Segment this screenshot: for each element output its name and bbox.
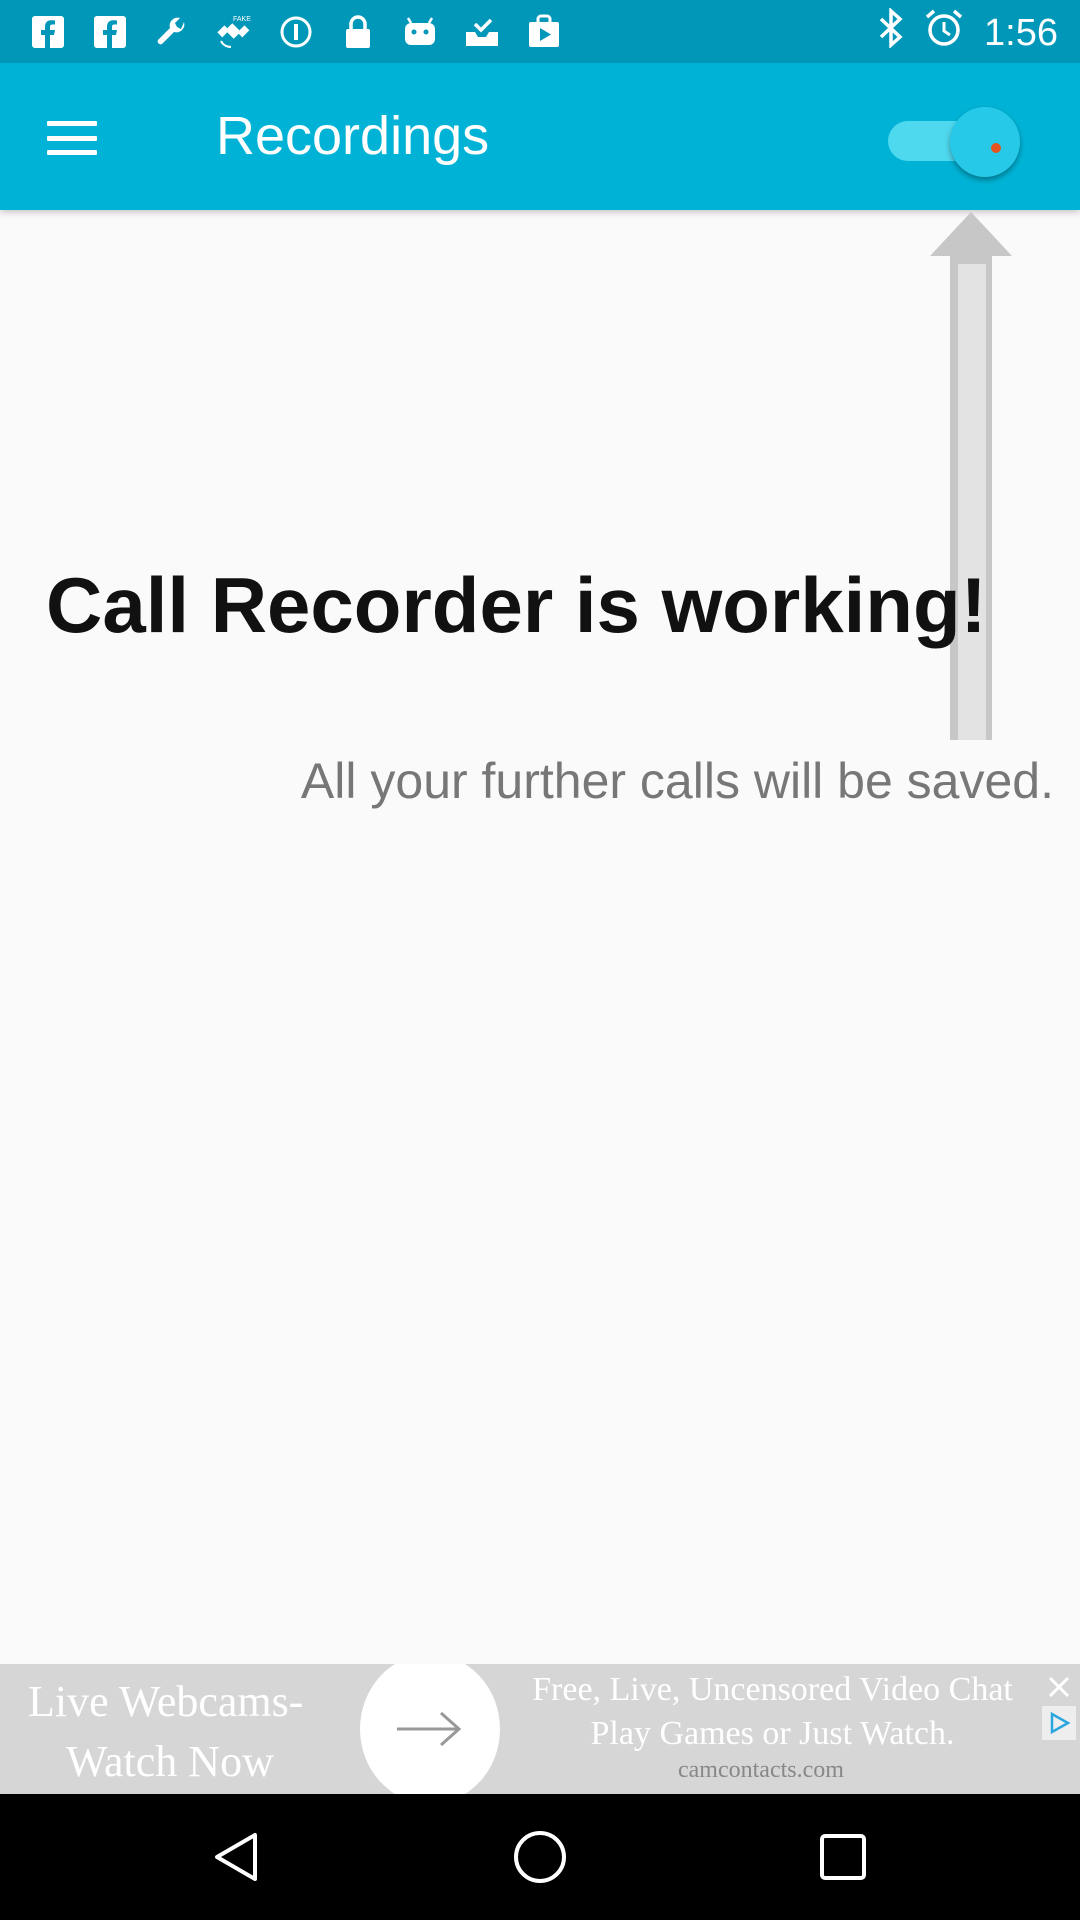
facebook-icon: [90, 12, 130, 52]
status-subtext: All your further calls will be saved.: [300, 753, 1054, 809]
bluetooth-icon: [878, 7, 904, 58]
ad-arrow-button[interactable]: [360, 1664, 500, 1794]
up-arrow-icon: [930, 212, 1012, 740]
play-store-icon: [524, 12, 564, 52]
ad-banner[interactable]: Live Webcams- Watch Now Free, Live, Unce…: [0, 1664, 1080, 1794]
ad-right-line2: Play Games or Just Watch.: [590, 1715, 955, 1752]
inbox-check-icon: [462, 12, 502, 52]
ad-domain: camcontacts.com: [678, 1757, 844, 1783]
status-right: 1:56: [878, 7, 1058, 58]
nav-bar: [0, 1794, 1080, 1920]
recording-dot-icon: [991, 143, 1001, 153]
alarm-icon: [924, 8, 964, 58]
circle-info-icon: [276, 12, 316, 52]
arrow-right-icon: [397, 1711, 462, 1747]
ad-left-line1: Live Webcams-: [28, 1677, 304, 1726]
android-icon: [400, 12, 440, 52]
ad-choices-icon[interactable]: [1042, 1706, 1076, 1740]
svg-text:FAKE: FAKE: [233, 16, 251, 23]
toggle-knob: [950, 107, 1020, 177]
hamburger-menu-icon[interactable]: [44, 113, 100, 163]
ad-left-text: Live Webcams- Watch Now: [28, 1672, 303, 1792]
fake-gps-icon: FAKE: [214, 12, 254, 52]
facebook-icon: [28, 12, 68, 52]
status-bar: FAKE 1:56: [0, 0, 1080, 63]
home-icon[interactable]: [500, 1817, 580, 1897]
ad-right-line1: Free, Live, Uncensored Video Chat: [532, 1671, 1013, 1708]
back-icon[interactable]: [197, 1817, 277, 1897]
lock-icon: [338, 12, 378, 52]
recording-toggle[interactable]: [880, 93, 1020, 185]
ad-close-icon[interactable]: [1042, 1670, 1076, 1704]
page-title: Recordings: [216, 106, 490, 166]
ad-right-text: Free, Live, Uncensored Video Chat Play G…: [500, 1668, 1045, 1756]
wrench-icon: [152, 12, 192, 52]
status-headline: Call Recorder is working!: [46, 561, 987, 649]
notification-icons: FAKE: [28, 12, 564, 52]
ad-left-line2: Watch Now: [66, 1737, 274, 1786]
app-bar: Recordings: [0, 63, 1080, 210]
recents-icon[interactable]: [803, 1817, 883, 1897]
clock-time: 1:56: [984, 11, 1058, 54]
